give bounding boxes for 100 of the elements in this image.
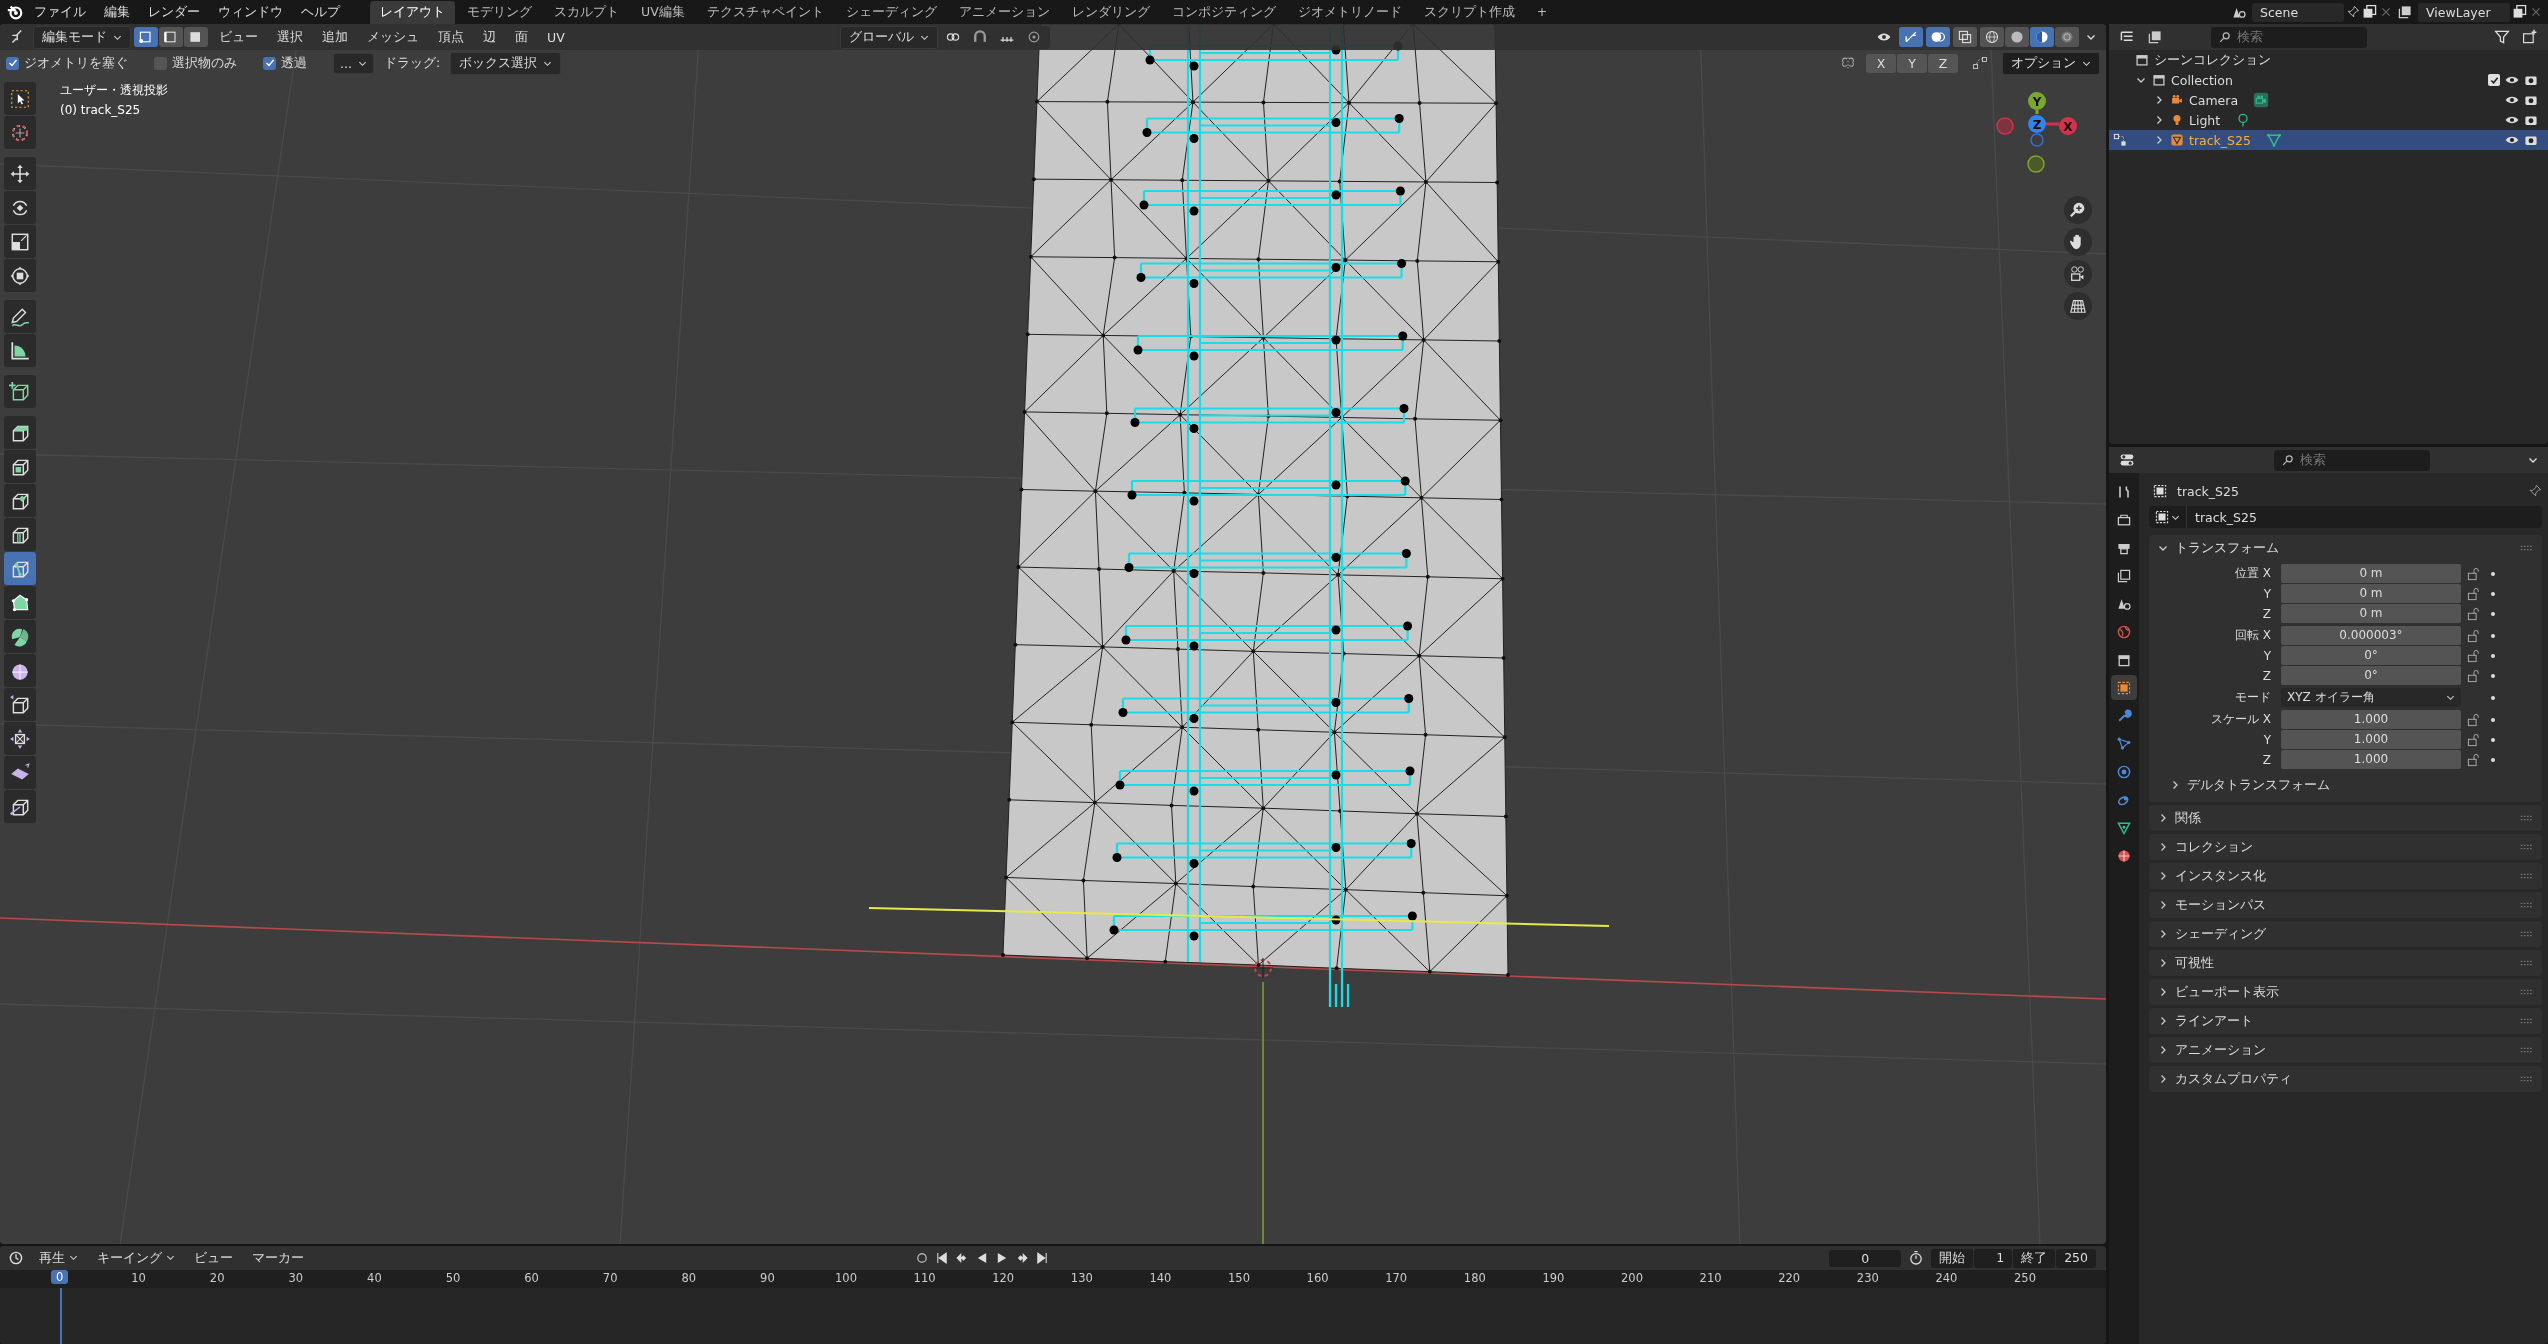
panel-title[interactable]: インスタンス化 bbox=[2175, 867, 2266, 885]
outliner-row[interactable]: track_S25 bbox=[2109, 130, 2548, 150]
number-field[interactable]: 1.000 bbox=[2281, 730, 2461, 749]
workspace-tab[interactable]: テクスチャペイント bbox=[696, 0, 834, 24]
workspace-tab[interactable]: スクリプト作成 bbox=[1413, 0, 1525, 24]
panel-title[interactable]: トランスフォーム bbox=[2175, 539, 2279, 557]
mirror-axis-toggle[interactable]: Z bbox=[1928, 53, 1958, 73]
options-dropdown[interactable]: オプション bbox=[2002, 51, 2100, 75]
menu-item[interactable]: キーイング bbox=[89, 1247, 183, 1269]
option-checkbox[interactable]: ジオメトリを塞ぐ bbox=[6, 54, 128, 72]
panel-title[interactable]: 関係 bbox=[2175, 809, 2201, 827]
object-name[interactable]: track_S25 bbox=[2189, 132, 2251, 148]
menu-item[interactable]: マーカー bbox=[244, 1247, 312, 1269]
workspace-tab[interactable]: UV編集 bbox=[631, 0, 695, 24]
field-label: 回転 X bbox=[2233, 627, 2272, 644]
menu-item[interactable]: ヘルプ bbox=[293, 1, 348, 23]
panel-title[interactable]: アニメーション bbox=[2175, 1041, 2266, 1059]
field-label: Z bbox=[2261, 606, 2272, 621]
mirror-axis-toggle[interactable]: X bbox=[1866, 53, 1896, 73]
menu-item[interactable]: 頂点 bbox=[430, 26, 472, 48]
panel-title[interactable]: ラインアート bbox=[2175, 1012, 2253, 1030]
number-field[interactable]: 0 m bbox=[2281, 584, 2461, 603]
menu-item[interactable]: レンダー bbox=[140, 1, 208, 23]
playhead[interactable]: 0 bbox=[51, 1270, 69, 1284]
panel-title[interactable]: シェーディング bbox=[2175, 925, 2266, 943]
menu-item[interactable]: UV bbox=[539, 27, 573, 47]
menu-item[interactable]: 再生 bbox=[31, 1247, 86, 1269]
workspace-tab[interactable]: コンポジティング bbox=[1161, 0, 1286, 24]
menu-item[interactable]: 編集 bbox=[96, 1, 138, 23]
add-workspace-button[interactable]: + bbox=[1526, 0, 1558, 24]
menu-item[interactable]: ビュー bbox=[211, 26, 266, 48]
view-layer-field[interactable]: ViewLayer bbox=[2418, 2, 2510, 22]
number-field[interactable]: 0 m bbox=[2281, 604, 2461, 623]
number-field[interactable]: 0.000003° bbox=[2281, 626, 2461, 645]
frame-number: 220 bbox=[1778, 1271, 1801, 1285]
panel-title[interactable]: モーションパス bbox=[2175, 896, 2266, 914]
menu-item[interactable]: 辺 bbox=[475, 26, 504, 48]
search-placeholder: 検索 bbox=[2237, 28, 2263, 46]
outliner-row[interactable]: Camera bbox=[2109, 90, 2548, 110]
object-label: (0) track_S25 bbox=[60, 103, 142, 117]
start-frame-field[interactable]: 1 bbox=[1974, 1248, 2013, 1268]
current-frame-field[interactable]: 0 bbox=[1829, 1249, 1902, 1267]
field-label: Z bbox=[2261, 752, 2272, 767]
frame-number: 250 bbox=[2014, 1271, 2036, 1285]
end-frame-field[interactable]: 250 bbox=[2056, 1248, 2096, 1268]
frame-number: 80 bbox=[681, 1271, 697, 1285]
panel-title[interactable]: ビューポート表示 bbox=[2175, 983, 2279, 1001]
option-checkbox[interactable]: 選択物のみ bbox=[154, 54, 237, 72]
workspace-tab[interactable]: レンダリング bbox=[1061, 0, 1160, 24]
field-label: スケール X bbox=[2209, 711, 2272, 728]
workspace-tab[interactable]: レイアウト bbox=[370, 0, 455, 24]
workspace-tab[interactable]: ジオメトリノード bbox=[1287, 0, 1412, 24]
option-checkbox[interactable]: 透過 bbox=[263, 54, 307, 72]
panel-title[interactable]: カスタムプロパティ bbox=[2175, 1070, 2292, 1088]
frame-number: 170 bbox=[1385, 1271, 1408, 1285]
search-field[interactable]: 検索 bbox=[2211, 26, 2367, 48]
panel-title[interactable]: コレクション bbox=[2175, 838, 2253, 856]
frame-number: 10 bbox=[131, 1271, 146, 1285]
mode-dropdown[interactable]: 編集モード bbox=[33, 25, 131, 49]
more-options-dropdown[interactable]: ... bbox=[333, 52, 374, 74]
object-name-text: track_S25 bbox=[2194, 509, 2257, 525]
drag-mode-dropdown[interactable]: ボックス選択 bbox=[450, 51, 562, 75]
rotation-mode-dropdown[interactable]: XYZ オイラー角 bbox=[2281, 688, 2461, 707]
menu-item[interactable]: ビュー bbox=[186, 1247, 241, 1269]
mirror-axis-toggle[interactable]: Y bbox=[1897, 53, 1927, 73]
orientation-dropdown[interactable]: グローバル bbox=[839, 25, 938, 49]
frame-number: 20 bbox=[209, 1271, 225, 1285]
outliner-row[interactable]: Light bbox=[2109, 110, 2548, 130]
number-field[interactable]: 0° bbox=[2281, 666, 2461, 685]
workspace-tab[interactable]: モデリング bbox=[457, 0, 542, 24]
gizmo-axis-label: X bbox=[2063, 120, 2073, 134]
gizmo-axis-label: Z bbox=[2032, 118, 2042, 132]
search-field[interactable]: 検索 bbox=[2273, 449, 2430, 471]
number-field[interactable]: 1.000 bbox=[2281, 710, 2461, 729]
frame-number: 70 bbox=[602, 1271, 618, 1285]
number-field[interactable]: 0 m bbox=[2281, 564, 2461, 583]
object-name-field[interactable]: track_S25 bbox=[2149, 506, 2542, 528]
end-frame-label: 終了 bbox=[2013, 1248, 2056, 1268]
panel-title[interactable]: 可視性 bbox=[2175, 954, 2214, 972]
menu-item[interactable]: ウィンドウ bbox=[210, 1, 291, 23]
scene-collection-label[interactable]: シーンコレクション bbox=[2154, 51, 2271, 69]
object-name[interactable]: Light bbox=[2189, 112, 2221, 128]
workspace-tab[interactable]: スカルプト bbox=[544, 0, 629, 24]
menu-item[interactable]: 選択 bbox=[269, 26, 311, 48]
workspace-tab[interactable]: アニメーション bbox=[948, 0, 1060, 24]
menu-item[interactable]: 面 bbox=[507, 26, 536, 48]
subpanel-title[interactable]: デルタトランスフォーム bbox=[2187, 776, 2330, 794]
frame-number: 230 bbox=[1856, 1271, 1879, 1285]
menu-item[interactable]: ファイル bbox=[26, 1, 94, 23]
menu-item[interactable]: メッシュ bbox=[359, 26, 427, 48]
object-name[interactable]: Camera bbox=[2189, 92, 2239, 108]
frame-number: 60 bbox=[524, 1271, 539, 1285]
field-label: 位置 X bbox=[2233, 565, 2272, 582]
collection-label[interactable]: Collection bbox=[2171, 72, 2233, 88]
workspace-tab[interactable]: シェーディング bbox=[835, 0, 947, 24]
scene-field[interactable]: Scene bbox=[2252, 2, 2344, 22]
number-field[interactable]: 1.000 bbox=[2281, 750, 2461, 769]
number-field[interactable]: 0° bbox=[2281, 646, 2461, 665]
menu-item[interactable]: 追加 bbox=[314, 26, 356, 48]
drag-label: ドラッグ: bbox=[383, 54, 441, 72]
